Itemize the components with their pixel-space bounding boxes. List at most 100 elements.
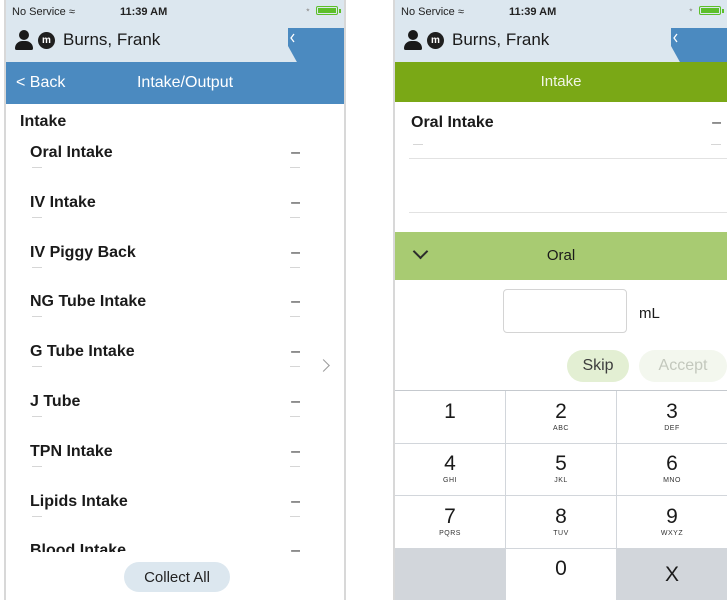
list-item[interactable]: IV Intake – xyxy=(6,184,344,234)
status-bar: No Service ≈ 11:39 AM ⋆ xyxy=(395,0,727,22)
corner-tab-icon[interactable] xyxy=(667,26,727,64)
person-icon xyxy=(403,30,423,50)
key-1[interactable]: 1 xyxy=(395,391,505,443)
status-time: 11:39 AM xyxy=(509,6,557,18)
list-item[interactable]: TPN Intake – xyxy=(6,433,344,483)
unit-label: mL xyxy=(639,305,660,322)
oral-volume-input[interactable] xyxy=(503,289,627,333)
key-4[interactable]: 4 GHI xyxy=(395,443,505,495)
key-digit: 6 xyxy=(666,452,678,476)
accept-button[interactable]: Accept xyxy=(639,350,727,382)
key-9[interactable]: 9 WXYZ xyxy=(617,496,727,548)
carrier-text: No Service xyxy=(401,6,455,18)
oral-section-label: Oral xyxy=(546,247,576,264)
key-7[interactable]: 7 PQRS xyxy=(395,496,505,548)
key-letters: ABC xyxy=(553,424,569,432)
sub-value-placeholder xyxy=(290,316,300,318)
status-time: 11:39 AM xyxy=(120,6,168,18)
key-digit: 5 xyxy=(555,452,567,476)
item-label: G Tube Intake xyxy=(30,343,135,361)
status-right: ⋆ xyxy=(687,5,724,16)
sub-value-placeholder xyxy=(32,266,42,268)
patient-row[interactable]: m Burns, Frank xyxy=(403,30,549,50)
sub-value-placeholder xyxy=(290,515,300,517)
key-letters: DEF xyxy=(664,424,680,432)
key-digit: 8 xyxy=(555,504,567,528)
oral-section-header[interactable]: Oral xyxy=(395,232,727,280)
key-clear[interactable]: X xyxy=(617,548,727,600)
list-item[interactable]: J Tube – xyxy=(6,383,344,433)
sub-value-placeholder xyxy=(32,515,42,517)
skip-button[interactable]: Skip xyxy=(567,350,629,382)
key-blank xyxy=(395,548,505,600)
carrier-status: No Service ≈ xyxy=(12,6,75,18)
oral-intake-entry-screen: No Service ≈ 11:39 AM ⋆ m Burns, Frank I… xyxy=(393,0,727,600)
key-letters: PQRS xyxy=(439,529,461,537)
patient-header: No Service ≈ 11:39 AM ⋆ m Burns, Frank xyxy=(6,0,344,64)
key-2[interactable]: 2 ABC xyxy=(506,391,616,443)
patient-name: Burns, Frank xyxy=(63,30,161,49)
key-letters: MNO xyxy=(663,477,681,485)
wifi-icon: ≈ xyxy=(457,6,464,18)
sub-value-placeholder xyxy=(413,144,423,145)
item-value: – xyxy=(291,144,300,161)
list-item[interactable]: G Tube Intake – xyxy=(6,333,344,383)
item-value: – xyxy=(291,442,300,460)
item-title: Oral Intake xyxy=(411,114,494,131)
bluetooth-icon: ⋆ xyxy=(304,5,311,16)
key-digit: 1 xyxy=(444,399,456,423)
item-label: J Tube xyxy=(30,392,81,410)
item-label: Oral Intake xyxy=(30,144,113,161)
sub-value-placeholder xyxy=(32,366,42,368)
carrier-text: No Service xyxy=(12,6,66,18)
sub-value-placeholder xyxy=(290,266,300,268)
key-8[interactable]: 8 TUV xyxy=(506,496,616,548)
item-value: – xyxy=(291,492,300,510)
sub-value-placeholder xyxy=(32,216,42,218)
item-value: – xyxy=(291,293,300,311)
divider xyxy=(409,212,727,213)
key-digit: X xyxy=(664,562,679,586)
key-5[interactable]: 5 JKL xyxy=(506,443,616,495)
key-digit: 0 xyxy=(555,557,567,581)
item-value: – xyxy=(712,114,721,131)
item-value: – xyxy=(291,243,300,261)
page-title: Intake xyxy=(395,62,727,102)
status-bar: No Service ≈ 11:39 AM ⋆ xyxy=(6,0,344,22)
item-label: IV Intake xyxy=(30,193,96,211)
key-digit: 3 xyxy=(666,399,678,423)
wifi-icon: ≈ xyxy=(68,6,75,18)
item-value: – xyxy=(291,343,300,361)
item-value: – xyxy=(291,392,300,410)
key-6[interactable]: 6 MNO xyxy=(617,443,727,495)
key-0[interactable]: 0 xyxy=(506,548,616,600)
list-item[interactable]: NG Tube Intake – xyxy=(6,283,344,333)
patient-header: No Service ≈ 11:39 AM ⋆ m Burns, Frank xyxy=(395,0,727,64)
sub-value-placeholder xyxy=(32,465,42,467)
bluetooth-icon: ⋆ xyxy=(687,5,694,16)
sub-value-placeholder xyxy=(290,366,300,368)
list-item[interactable]: Oral Intake – xyxy=(6,134,344,184)
intake-list: Oral Intake – IV Intake – IV Piggy Back … xyxy=(6,134,344,564)
list-item[interactable]: IV Piggy Back – xyxy=(6,234,344,284)
key-3[interactable]: 3 DEF xyxy=(617,391,727,443)
sub-value-placeholder xyxy=(32,167,42,168)
corner-tab-icon[interactable] xyxy=(284,26,344,64)
list-item[interactable]: Lipids Intake – xyxy=(6,483,344,533)
key-letters: TUV xyxy=(553,529,569,537)
sub-value-placeholder xyxy=(290,216,300,218)
key-digit: 7 xyxy=(444,504,456,528)
key-letters: WXYZ xyxy=(660,529,684,537)
status-right: ⋆ xyxy=(304,5,341,16)
item-label: TPN Intake xyxy=(30,442,113,460)
sub-value-placeholder xyxy=(290,465,300,467)
key-letters: GHI xyxy=(443,477,457,485)
patient-name: Burns, Frank xyxy=(452,30,550,49)
item-label: NG Tube Intake xyxy=(30,293,147,311)
key-digit: 9 xyxy=(666,504,678,528)
section-title-intake: Intake xyxy=(20,113,67,130)
carrier-status: No Service ≈ xyxy=(401,6,464,18)
patient-row[interactable]: m Burns, Frank xyxy=(14,30,160,50)
collect-all-button[interactable]: Collect All xyxy=(124,562,230,592)
sub-value-placeholder xyxy=(290,167,300,168)
